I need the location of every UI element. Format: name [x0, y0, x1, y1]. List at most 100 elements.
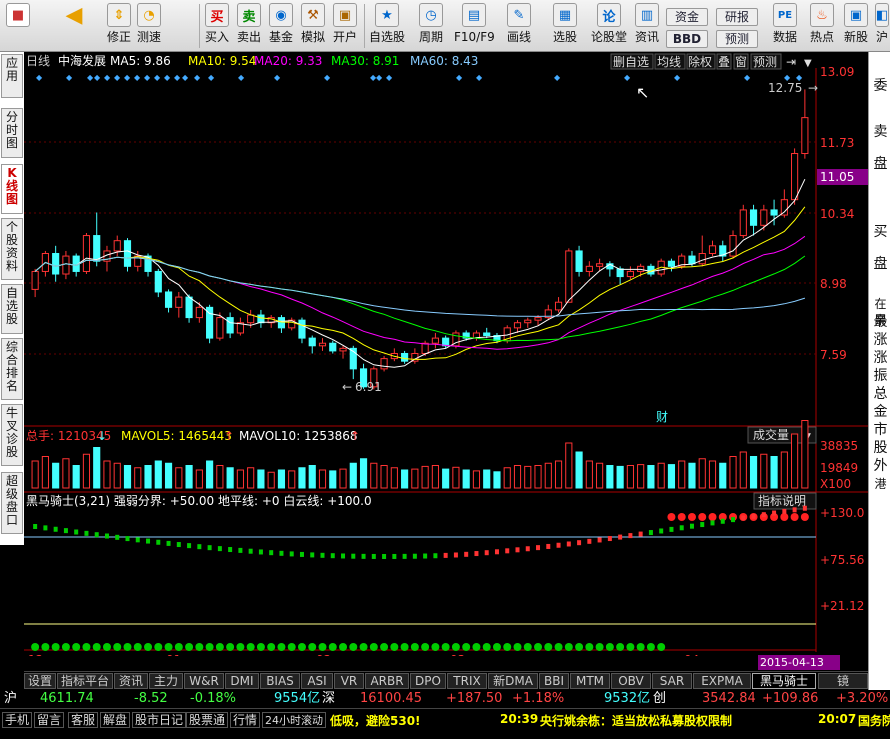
- open-account-button[interactable]: ▣ 开户: [332, 3, 358, 44]
- ma-button[interactable]: 均线: [657, 55, 681, 69]
- volume-bar: [657, 462, 665, 489]
- tab-more[interactable]: 镜: [818, 673, 868, 689]
- candle-body: [421, 342, 429, 354]
- event-diamond-icon: ◆: [386, 73, 393, 82]
- buy-button[interactable]: 买买入: [204, 3, 230, 44]
- tab-asi[interactable]: ASI: [301, 673, 333, 689]
- tab-bbi[interactable]: BBI: [539, 673, 569, 689]
- ind-bottom-dot: [339, 643, 348, 651]
- nav-apps[interactable]: 应用: [1, 54, 23, 98]
- draw-line-button[interactable]: ✎ 画线: [502, 3, 536, 44]
- tab-settings[interactable]: 设置: [24, 673, 56, 689]
- bbd-button[interactable]: BBD: [666, 30, 708, 48]
- tab-wr[interactable]: W&R: [184, 673, 224, 689]
- sell-button[interactable]: 卖卖出: [236, 3, 262, 44]
- tab-dpo[interactable]: DPO: [410, 673, 446, 689]
- volume-bar: [339, 468, 347, 489]
- nav-super-level2[interactable]: 超级盘口: [1, 472, 23, 534]
- support-button[interactable]: 客服: [68, 712, 99, 728]
- nav-diagnosis[interactable]: 牛叉诊股: [1, 404, 23, 466]
- tab-expma[interactable]: EXPMA: [693, 673, 751, 689]
- overlay-button[interactable]: 叠: [718, 55, 730, 69]
- period-button[interactable]: ◷ 周期: [414, 3, 448, 44]
- speedtest-button[interactable]: ◔ 测速: [136, 3, 162, 44]
- watchlist-button[interactable]: ★ 自选股: [368, 3, 406, 44]
- candle-body: [565, 250, 573, 303]
- nav-ranking[interactable]: 综合排名: [1, 338, 23, 400]
- f10-button[interactable]: ▤ F10/F9: [454, 3, 495, 44]
- forum-button[interactable]: 论论股堂: [590, 3, 628, 44]
- hammer-icon: ⚒: [301, 3, 325, 27]
- tab-trix[interactable]: TRIX: [447, 673, 487, 689]
- tab-black-horse[interactable]: 黑马骑士: [752, 673, 816, 689]
- right-label-5: 总: [873, 386, 888, 402]
- ind-bottom-dot: [349, 643, 358, 651]
- volume-bar: [329, 470, 337, 489]
- back-button[interactable]: ◀: [62, 3, 86, 30]
- ex-rights-button[interactable]: 除权: [688, 54, 712, 69]
- prev-arrow-icon[interactable]: ⇥: [786, 55, 796, 69]
- ind-bottom-dot: [595, 643, 604, 651]
- tab-mtm[interactable]: MTM: [570, 673, 610, 689]
- ind-signal-mark: [792, 507, 797, 513]
- home-button[interactable]: ■: [6, 3, 30, 30]
- candle-body: [791, 153, 799, 201]
- fund-flow-button[interactable]: 资金: [666, 8, 708, 26]
- analysis-button[interactable]: 解盘: [100, 712, 131, 728]
- nav-stock-info[interactable]: 个股资料: [1, 218, 23, 280]
- stock-screen-button[interactable]: ▦ 选股: [548, 3, 582, 44]
- news-ticker-2[interactable]: 央行姚余栋：适当放松私募股权限制: [540, 712, 732, 729]
- tab-dmi[interactable]: DMI: [225, 673, 259, 689]
- nav-kline[interactable]: K线图: [1, 164, 23, 214]
- mavol10-arrow-icon: ↑: [350, 429, 360, 443]
- tab-vr[interactable]: VR: [334, 673, 364, 689]
- tab-main-force[interactable]: 主力: [149, 673, 183, 689]
- nav-watchlist[interactable]: 自选股: [1, 284, 23, 334]
- rolling-news-button[interactable]: 24小时滚动: [262, 712, 326, 728]
- tab-bias[interactable]: BIAS: [260, 673, 300, 689]
- data-button[interactable]: PE 数据: [770, 3, 800, 44]
- sh-button[interactable]: ◧ 沪: [874, 3, 890, 44]
- market-button[interactable]: 行情: [230, 712, 261, 728]
- nav-timeshare[interactable]: 分时图: [1, 108, 23, 158]
- indicator-help-label[interactable]: 指标说明: [758, 493, 806, 508]
- tab-indicator-platform[interactable]: 指标平台: [57, 673, 113, 689]
- high-arrow-icon: →: [808, 81, 818, 95]
- dropdown-arrow-icon[interactable]: ▼: [804, 58, 812, 69]
- news-button[interactable]: ▥ 资讯: [634, 3, 660, 44]
- event-diamond-icon: ◆: [744, 73, 751, 82]
- forecast-chart-button[interactable]: 预测: [753, 55, 777, 69]
- fix-button[interactable]: ⇕ 修正: [106, 3, 132, 44]
- tab-new-dma[interactable]: 新DMA: [488, 673, 538, 689]
- stock-pass-button[interactable]: 股票通: [186, 712, 229, 728]
- candle-body: [62, 255, 70, 275]
- remove-watch-button[interactable]: 删自选: [613, 55, 649, 69]
- mouse-cursor-icon: ↖: [636, 83, 649, 102]
- volume-dropdown-label[interactable]: 成交量: [753, 427, 789, 442]
- ind-signal-mark: [761, 512, 766, 518]
- tab-news[interactable]: 资讯: [114, 673, 148, 689]
- news-ticker-3[interactable]: 国务院: [858, 712, 890, 729]
- window-button[interactable]: 窗: [735, 55, 747, 69]
- simulate-button[interactable]: ⚒ 模拟: [300, 3, 326, 44]
- message-button[interactable]: 留言: [34, 712, 65, 728]
- diary-button[interactable]: 股市日记: [132, 712, 187, 728]
- new-stock-button[interactable]: ▣ 新股: [842, 3, 870, 44]
- sz-percent: +1.18%: [512, 691, 565, 706]
- kline-chart[interactable]: 日线 中海发展 MA5: 9.86 MA10: 9.54 MA20: 9.33 …: [24, 52, 868, 656]
- tab-sar[interactable]: SAR: [652, 673, 692, 689]
- hotspot-button[interactable]: ♨ 热点: [808, 3, 836, 44]
- tab-obv[interactable]: OBV: [611, 673, 651, 689]
- forecast-button[interactable]: 预测: [716, 30, 758, 48]
- news-time-3: 20:07: [818, 712, 857, 726]
- ind-top-dot: [708, 513, 717, 521]
- phone-button[interactable]: 手机: [2, 712, 33, 728]
- period-label[interactable]: 日线: [26, 54, 50, 68]
- candle-body: [616, 268, 624, 278]
- research-button[interactable]: 研报: [716, 8, 758, 26]
- ind-signal-mark: [269, 550, 274, 556]
- ind-top-dot: [698, 513, 707, 521]
- news-ticker-1[interactable]: 低吸，避险530!: [330, 712, 421, 729]
- fund-button[interactable]: ◉ 基金: [268, 3, 294, 44]
- tab-arbr[interactable]: ARBR: [365, 673, 409, 689]
